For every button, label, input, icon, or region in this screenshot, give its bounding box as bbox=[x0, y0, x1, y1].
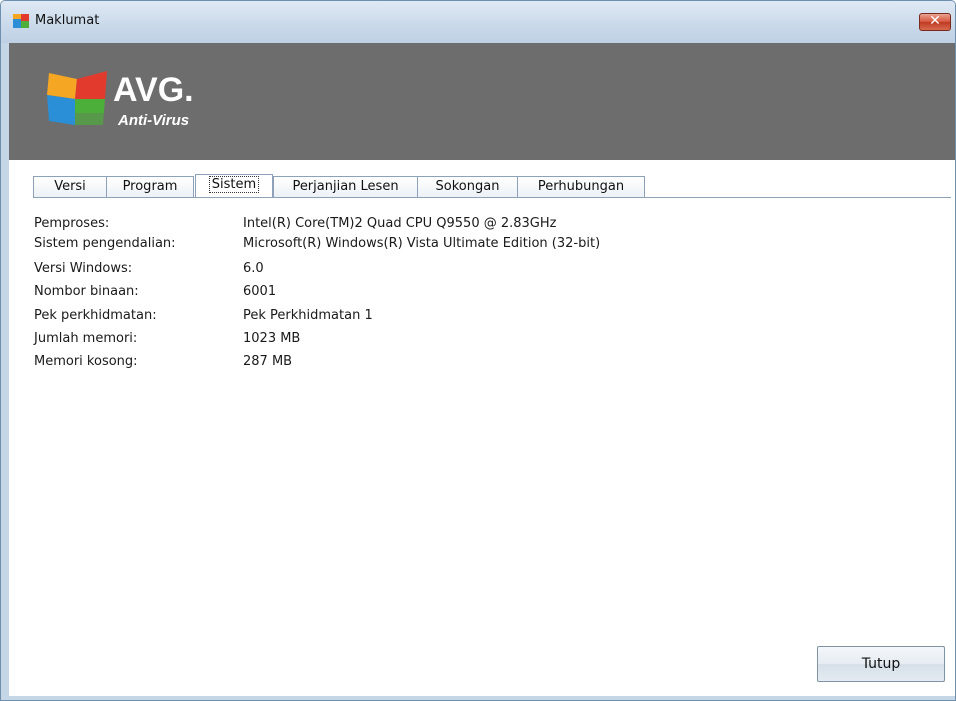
info-value: Pek Perkhidmatan 1 bbox=[243, 308, 373, 323]
tab-label: Sistem bbox=[208, 176, 260, 193]
tab-sistem[interactable]: Sistem bbox=[195, 174, 273, 198]
info-label: Versi Windows: bbox=[34, 261, 133, 276]
title-bar[interactable]: Maklumat ✕ bbox=[1, 1, 955, 43]
tab-program[interactable]: Program bbox=[106, 176, 194, 197]
tab-label: Perjanjian Lesen bbox=[292, 179, 399, 194]
info-value: 6001 bbox=[243, 284, 277, 299]
header-banner: AVG. Anti-Virus bbox=[9, 43, 955, 160]
info-label: Memori kosong: bbox=[34, 354, 138, 369]
tab-divider bbox=[33, 197, 951, 198]
tab-sokongan[interactable]: Sokongan bbox=[417, 176, 518, 197]
about-dialog: Maklumat ✕ AVG. Anti-Virus Versi Program… bbox=[0, 0, 956, 701]
tab-label: Sokongan bbox=[435, 179, 500, 194]
avg-logo bbox=[47, 71, 107, 125]
tab-versi[interactable]: Versi bbox=[33, 176, 107, 197]
tab-label: Program bbox=[122, 179, 178, 194]
content-panel: Versi Program Sistem Perjanjian Lesen So… bbox=[9, 160, 955, 696]
info-label: Sistem pengendalian: bbox=[34, 236, 176, 251]
tab-perjanjian-lesen[interactable]: Perjanjian Lesen bbox=[273, 176, 418, 197]
window-title: Maklumat bbox=[35, 13, 100, 28]
close-icon[interactable]: ✕ bbox=[919, 13, 951, 31]
info-value: 6.0 bbox=[243, 261, 264, 276]
product-name: Anti-Virus bbox=[118, 112, 190, 129]
info-value: Microsoft(R) Windows(R) Vista Ultimate E… bbox=[243, 236, 601, 251]
close-button[interactable]: Tutup bbox=[817, 646, 945, 682]
info-value: 287 MB bbox=[243, 354, 293, 369]
info-label: Pek perkhidmatan: bbox=[34, 308, 157, 323]
avg-logo-icon bbox=[13, 14, 29, 28]
info-label: Pemproses: bbox=[34, 216, 110, 231]
info-label: Nombor binaan: bbox=[34, 284, 139, 299]
info-value: Intel(R) Core(TM)2 Quad CPU Q9550 @ 2.83… bbox=[243, 216, 557, 231]
brand-name: AVG. bbox=[113, 71, 194, 109]
tab-label: Versi bbox=[54, 179, 86, 194]
info-label: Jumlah memori: bbox=[34, 331, 138, 346]
info-value: 1023 MB bbox=[243, 331, 301, 346]
tab-perhubungan[interactable]: Perhubungan bbox=[517, 176, 645, 197]
tab-label: Perhubungan bbox=[537, 179, 625, 194]
